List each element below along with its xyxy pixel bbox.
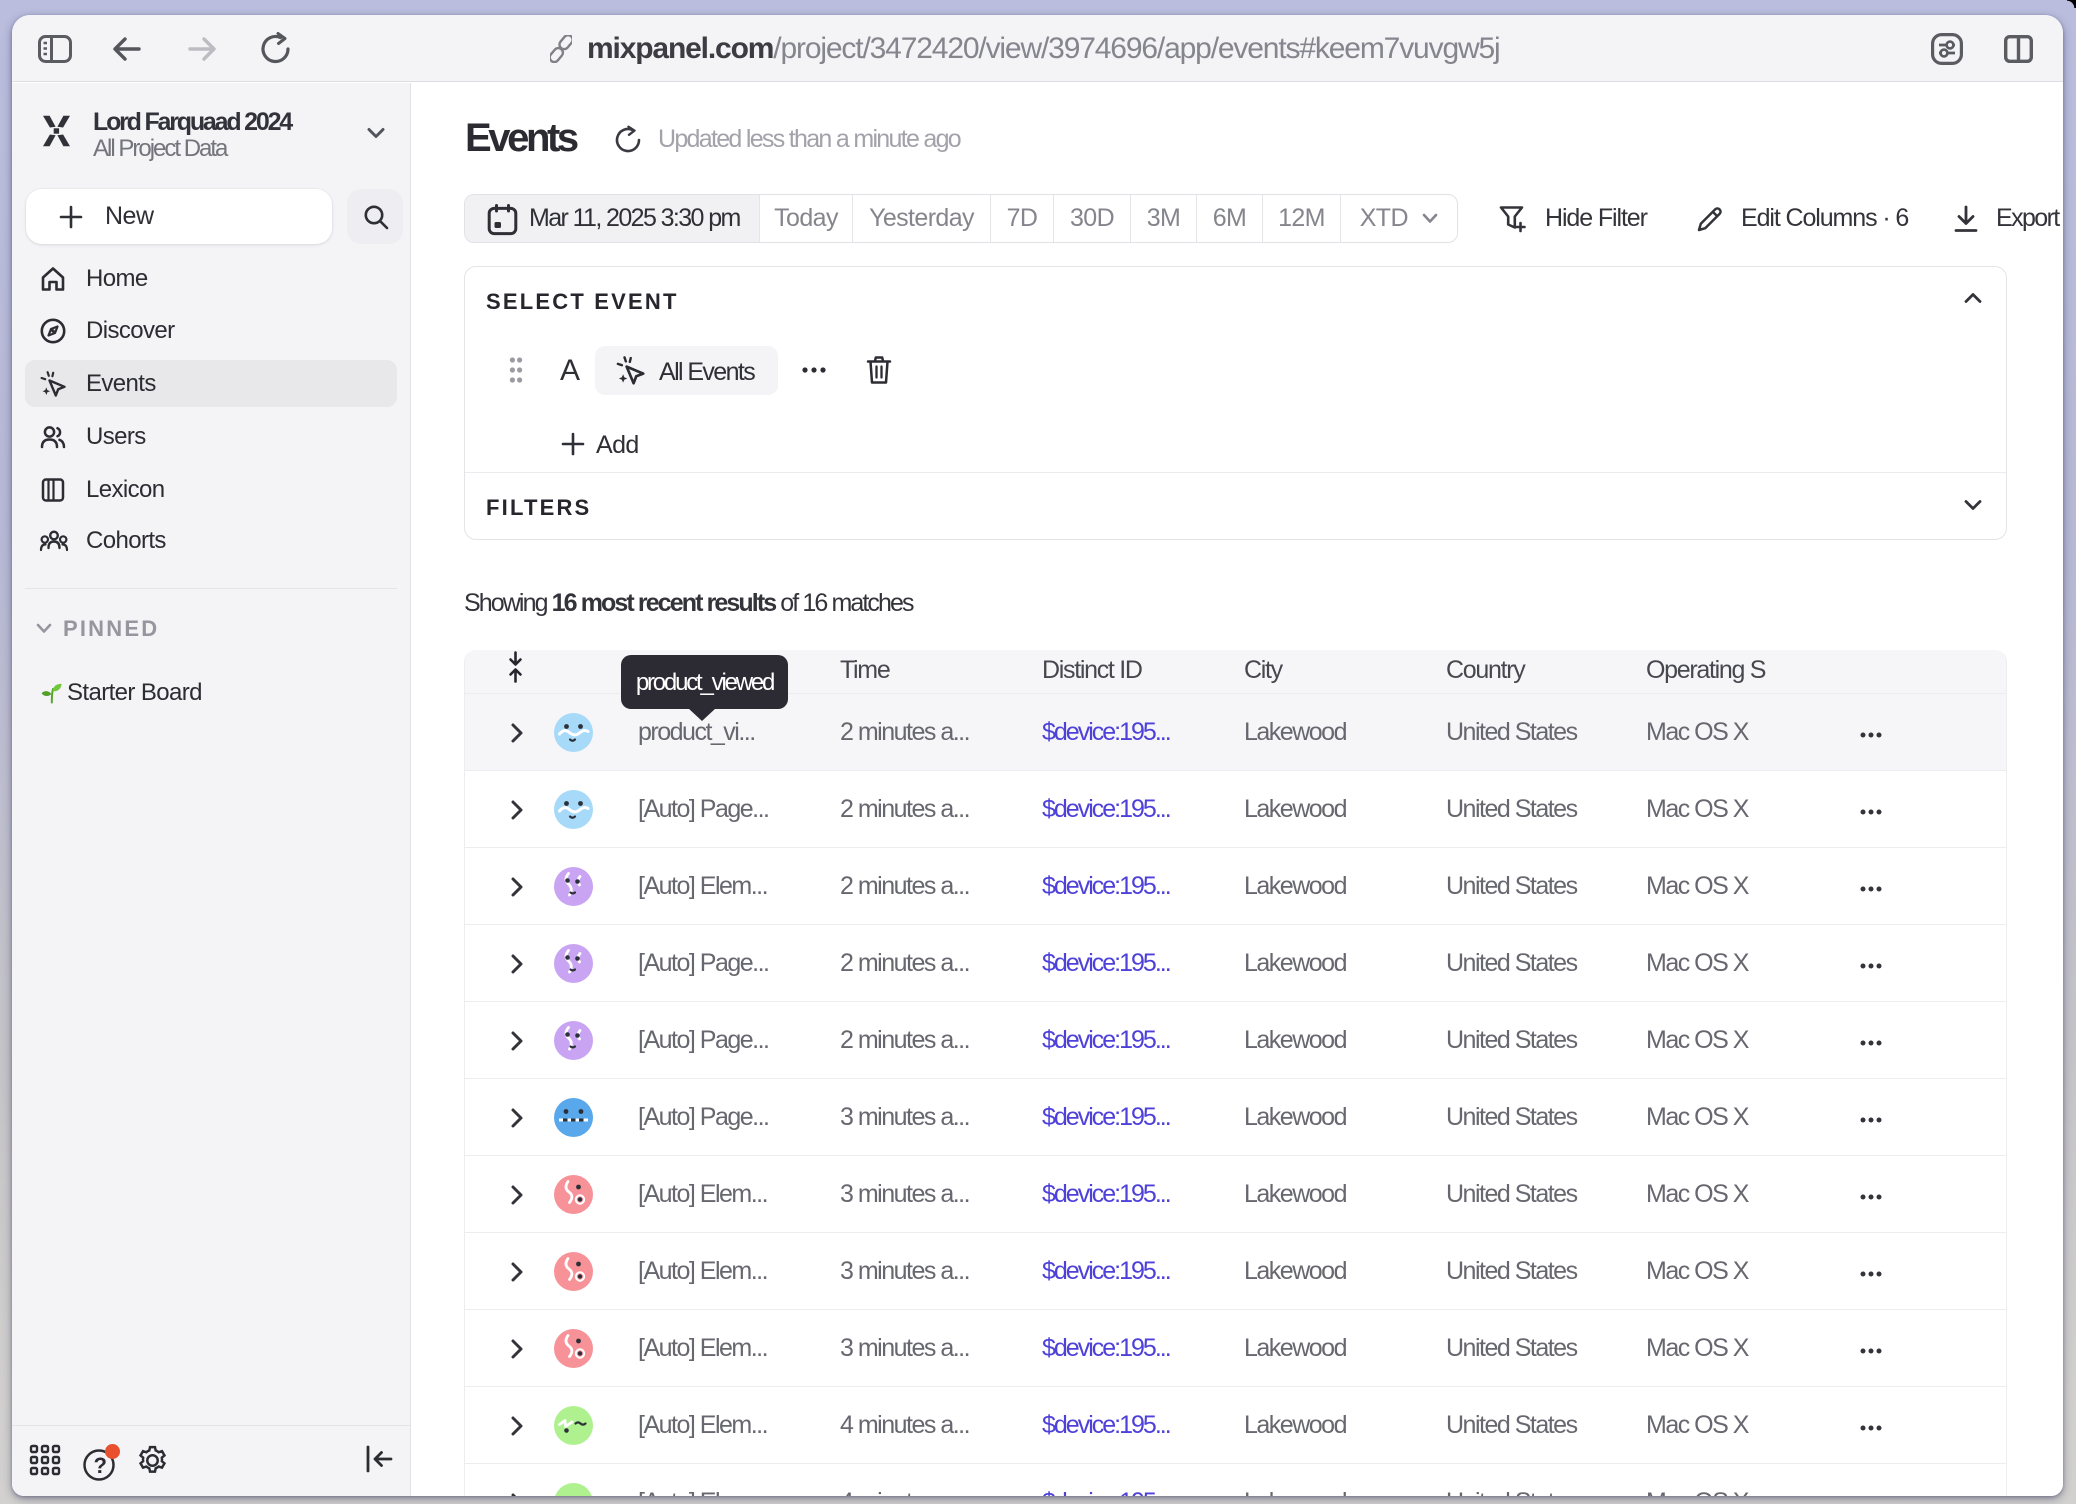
svg-text:?: ? xyxy=(94,1453,107,1478)
